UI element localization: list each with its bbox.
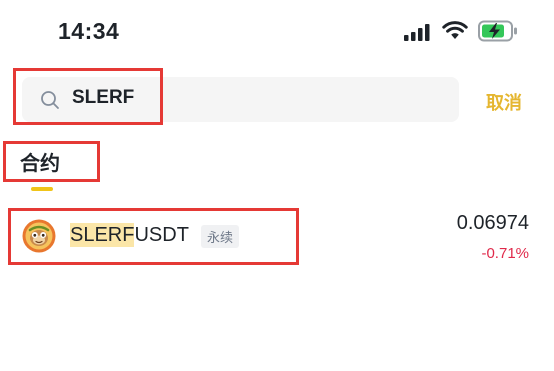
wifi-icon (442, 21, 468, 39)
status-time: 14:34 (58, 18, 120, 44)
battery-charging-icon (478, 20, 517, 42)
cancel-button[interactable]: 取消 (486, 89, 522, 115)
last-price: 0.06974 (456, 212, 529, 234)
annotation-box-search (13, 68, 163, 125)
active-tab-indicator (31, 187, 53, 191)
cellular-signal-icon (404, 24, 430, 41)
annotation-box-tab (3, 141, 100, 182)
price-change: -0.71% (481, 245, 529, 262)
annotation-box-result (8, 208, 299, 265)
